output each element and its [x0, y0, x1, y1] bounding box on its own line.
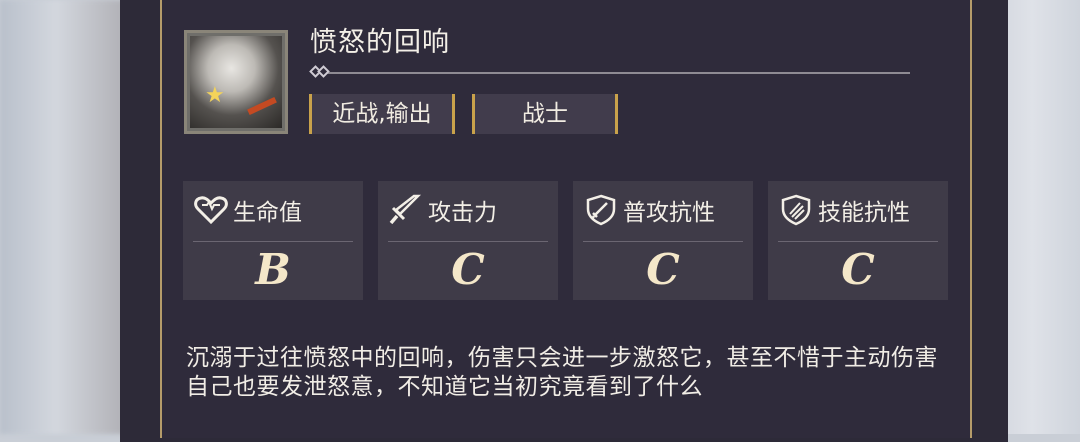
- character-name: 愤怒的回响: [310, 27, 450, 58]
- background-left: [0, 0, 140, 434]
- stat-grade: C: [451, 245, 485, 294]
- tag-class: 战士: [472, 94, 618, 134]
- stat-header: 攻击力: [388, 193, 497, 227]
- stat-grade: C: [646, 245, 680, 294]
- stat-divider: [388, 241, 548, 242]
- star-icon: ★: [205, 83, 225, 108]
- stat-grade: C: [841, 245, 875, 294]
- stat-label: 普攻抗性: [623, 200, 715, 226]
- stat-header: 生命值: [193, 193, 302, 227]
- stat-grade: B: [255, 245, 291, 294]
- stat-header: 技能抗性: [778, 193, 910, 227]
- title-underline: [322, 72, 910, 74]
- stat-label: 生命值: [233, 200, 302, 226]
- portrait-image: [190, 36, 282, 128]
- stat-card-skill-resist: 技能抗性 C: [768, 181, 948, 300]
- stat-card-hp: 生命值 B: [183, 181, 363, 300]
- stat-header: 普攻抗性: [583, 193, 715, 227]
- stat-divider: [778, 241, 938, 242]
- tag-role: 近战,输出: [309, 94, 455, 134]
- stat-card-normal-resist: 普攻抗性 C: [573, 181, 753, 300]
- stat-divider: [583, 241, 743, 242]
- shield-claw-icon: [781, 194, 811, 226]
- character-description: 沉溺于过往愤怒中的回响，伤害只会进一步激怒它，甚至不惜于主动伤害自己也要发泄怒意…: [186, 345, 938, 400]
- stat-divider: [193, 241, 353, 242]
- stat-label: 攻击力: [428, 200, 497, 226]
- stat-card-attack: 攻击力 C: [378, 181, 558, 300]
- character-portrait: ★: [184, 30, 288, 134]
- stat-label: 技能抗性: [818, 200, 910, 226]
- sword-icon: [389, 194, 422, 225]
- shield-sword-icon: [586, 194, 616, 226]
- heart-icon: [194, 196, 228, 225]
